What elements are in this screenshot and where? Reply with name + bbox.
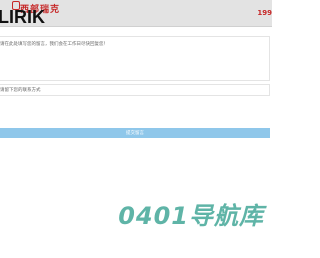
watermark-logo: 0401导航库 — [118, 202, 264, 230]
logo-en[interactable]: LIRIK — [0, 8, 45, 26]
contact-placeholder: 请留下您的联系方式 — [0, 88, 41, 93]
message-placeholder: 请在此处填写您的留言，我们会在工作日尽快回复您！ — [0, 42, 108, 47]
header: 西部瑞克 LIRIK 199 — [0, 0, 272, 27]
submit-button[interactable]: 提交留言 — [0, 128, 270, 138]
header-phone: 199 — [257, 9, 272, 17]
